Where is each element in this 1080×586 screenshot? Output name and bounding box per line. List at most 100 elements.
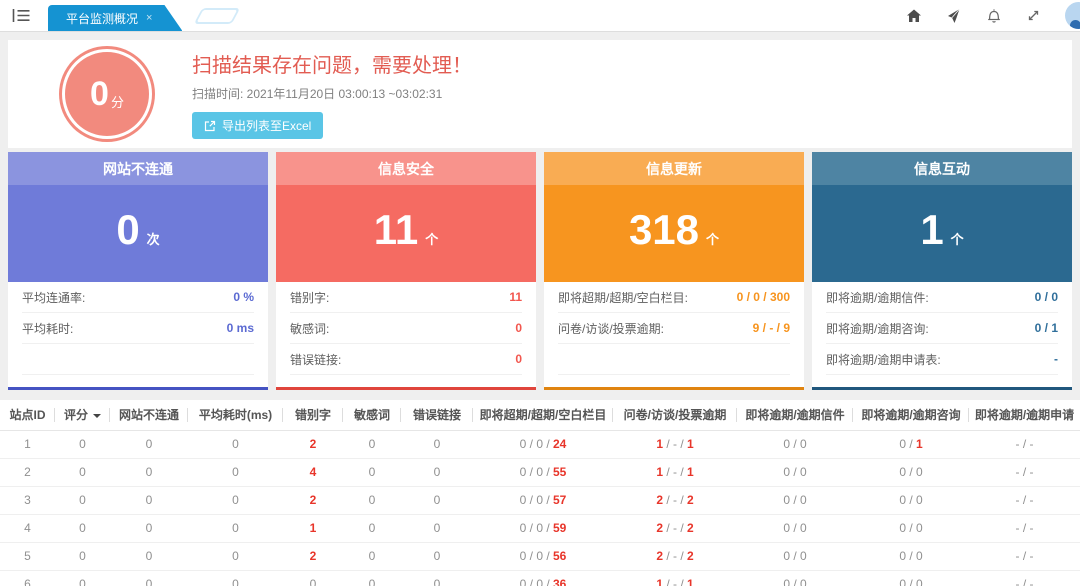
sort-desc-icon[interactable] [93, 414, 101, 422]
card-stats: 错别字:11敏感词:0错误链接:0 [276, 282, 536, 387]
stat-row [558, 344, 790, 375]
table-cell: 2 / - / 2 [613, 486, 737, 514]
table-cell: - / - [969, 430, 1080, 458]
stat-row [22, 344, 254, 375]
table-cell: 0 [343, 486, 401, 514]
table-cell: 0 [401, 486, 473, 514]
table-cell: 0 [188, 514, 283, 542]
score-value: 0 [90, 75, 109, 114]
table-cell: 0 [110, 458, 188, 486]
column-header[interactable]: 平均耗时(ms) [188, 400, 283, 430]
menu-icon[interactable] [12, 7, 34, 25]
stat-label: 即将逾期/逾期咨询: [826, 320, 929, 337]
table-cell: 0 [283, 570, 343, 586]
stat-label: 即将逾期/逾期信件: [826, 289, 929, 306]
export-button-label: 导出列表至Excel [222, 117, 311, 134]
card-stats: 平均连通率:0 %平均耗时:0 ms [8, 282, 268, 387]
home-icon[interactable] [905, 7, 922, 24]
send-icon[interactable] [945, 7, 962, 24]
table-cell: 0 [188, 570, 283, 586]
column-header-label: 站点ID [9, 408, 45, 422]
table-cell: 0 / 0 [737, 486, 853, 514]
export-icon [204, 120, 216, 132]
card-title: 信息互动 [812, 152, 1072, 185]
column-header[interactable]: 站点ID [0, 400, 55, 430]
stat-row: 敏感词:0 [290, 313, 522, 344]
expand-icon[interactable] [1025, 7, 1042, 24]
stat-value: 0 ms [227, 321, 254, 335]
column-header-label: 网站不连通 [119, 408, 179, 422]
table-cell: 4 [283, 458, 343, 486]
column-header[interactable]: 错别字 [283, 400, 343, 430]
tab-close-icon[interactable]: × [146, 12, 152, 24]
table-cell: 0 [401, 542, 473, 570]
card-stats: 即将逾期/逾期信件:0 / 0即将逾期/逾期咨询:0 / 1即将逾期/逾期申请表… [812, 282, 1072, 387]
bell-icon[interactable] [985, 7, 1002, 24]
card-title: 网站不连通 [8, 152, 268, 185]
table-cell: 0 [55, 486, 110, 514]
summary-card-1: 信息安全11个错别字:11敏感词:0错误链接:0 [276, 152, 536, 390]
stat-row: 即将逾期/逾期信件:0 / 0 [826, 282, 1058, 313]
stat-label: 错别字: [290, 289, 329, 306]
column-header[interactable]: 敏感词 [343, 400, 401, 430]
table-row: 40001000 / 0 / 592 / - / 20 / 00 / 0- / … [0, 514, 1080, 542]
card-number: 11 [374, 209, 418, 251]
table-cell: 0 / 0 / 36 [473, 570, 613, 586]
column-header[interactable]: 即将逾期/逾期咨询 [853, 400, 969, 430]
alert-title: 扫描结果存在问题，需要处理！ [192, 49, 472, 78]
card-stats: 即将超期/超期/空白栏目:0 / 0 / 300问卷/访谈/投票逾期:9 / -… [544, 282, 804, 387]
table-cell: - / - [969, 542, 1080, 570]
table-cell: 0 [55, 458, 110, 486]
column-header-label: 敏感词 [354, 408, 390, 422]
table-cell: 1 [0, 430, 55, 458]
table-cell: 2 [283, 542, 343, 570]
stat-row: 平均连通率:0 % [22, 282, 254, 313]
table-cell: 0 / 0 [853, 458, 969, 486]
stat-row: 错别字:11 [290, 282, 522, 313]
table-cell: 1 / - / 1 [613, 570, 737, 586]
table-cell: 5 [0, 542, 55, 570]
card-big-value: 318个 [544, 185, 804, 282]
table-cell: 0 / 0 [853, 570, 969, 586]
column-header[interactable]: 问卷/访谈/投票逾期 [613, 400, 737, 430]
results-table: 站点ID 评分网站不连通平均耗时(ms)错别字敏感词错误链接即将超期/超期/空白栏… [0, 400, 1080, 586]
stat-row: 即将逾期/逾期申请表:- [826, 344, 1058, 375]
stat-value: 9 / - / 9 [753, 321, 790, 335]
table-row: 50002000 / 0 / 562 / - / 20 / 00 / 0- / … [0, 542, 1080, 570]
avatar[interactable] [1065, 2, 1080, 29]
column-header[interactable]: 即将逾期/逾期申请 [969, 400, 1080, 430]
stat-label: 问卷/访谈/投票逾期: [558, 320, 664, 337]
table-cell: 0 [401, 514, 473, 542]
stat-value: 0 % [233, 290, 254, 304]
table-cell: 0 [110, 486, 188, 514]
table-cell: 2 [283, 430, 343, 458]
column-header[interactable]: 错误链接 [401, 400, 473, 430]
export-excel-button[interactable]: 导出列表至Excel [192, 112, 323, 139]
column-header[interactable]: 网站不连通 [110, 400, 188, 430]
table-cell: 0 / 0 / 55 [473, 458, 613, 486]
ghost-tab [194, 8, 241, 24]
card-unit: 个 [425, 229, 438, 248]
table-cell: 0 [401, 430, 473, 458]
table-cell: 0 / 0 / 57 [473, 486, 613, 514]
table-cell: 0 [110, 570, 188, 586]
stat-value: - [1054, 352, 1058, 366]
table-cell: 0 / 0 / 59 [473, 514, 613, 542]
column-header[interactable]: 评分 [55, 400, 110, 430]
table-cell: 0 / 0 [853, 486, 969, 514]
table-cell: 0 [188, 430, 283, 458]
card-big-value: 0次 [8, 185, 268, 282]
table-cell: 0 [188, 458, 283, 486]
column-header[interactable]: 即将逾期/逾期信件 [737, 400, 853, 430]
tab-platform-overview[interactable]: 平台监测概况 × [48, 5, 182, 31]
table-cell: 2 [283, 486, 343, 514]
table-cell: 4 [0, 514, 55, 542]
table-row: 10002000 / 0 / 241 / - / 10 / 00 / 1- / … [0, 430, 1080, 458]
table-cell: 0 / 0 [853, 542, 969, 570]
table-cell: - / - [969, 514, 1080, 542]
stat-row: 平均耗时:0 ms [22, 313, 254, 344]
column-header[interactable]: 即将超期/超期/空白栏目 [473, 400, 613, 430]
table-cell: 0 [401, 570, 473, 586]
table-cell: 0 / 0 [737, 430, 853, 458]
table-cell: 0 [110, 542, 188, 570]
